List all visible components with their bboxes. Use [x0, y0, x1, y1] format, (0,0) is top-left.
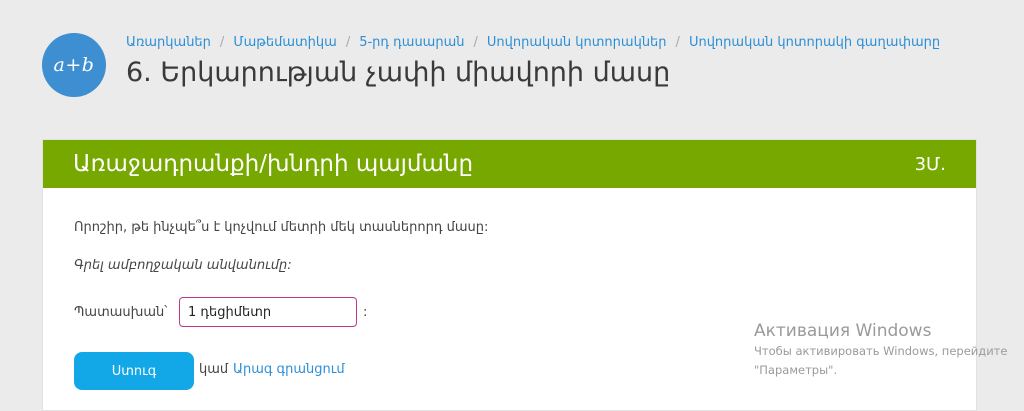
- breadcrumb-item-subjects[interactable]: Առարկաներ: [126, 35, 211, 50]
- breadcrumb-item-grade-5[interactable]: 5-րդ դասարան: [359, 35, 464, 50]
- task-points: 3Մ.: [914, 153, 946, 175]
- breadcrumb-separator: /: [675, 35, 680, 50]
- question-instruction: Գրել ամբողջական անվանումը:: [74, 258, 292, 273]
- breadcrumb-item-mathematics[interactable]: Մաթեմատիկա: [233, 35, 337, 50]
- check-button[interactable]: Ստուգ: [74, 352, 194, 390]
- watermark-title: Активация Windows: [754, 321, 932, 341]
- watermark-line-2: "Параметры".: [754, 363, 838, 377]
- question-text: Որոշիր, թե ինչպե՞ս է կոչվում մետրի մեկ տ…: [74, 220, 489, 235]
- breadcrumb-separator: /: [345, 35, 351, 50]
- logo-text: a+b: [53, 54, 95, 76]
- watermark-line-1: Чтобы активировать Windows, перейдите: [754, 344, 1008, 358]
- breadcrumb-separator: /: [473, 35, 478, 50]
- task-header-title: Առաջադրանքի/խնդրի պայմանը: [73, 151, 474, 177]
- or-text: կամ: [199, 362, 229, 377]
- answer-label: Պատասխան՝: [74, 305, 168, 320]
- breadcrumb: Առարկաներ / Մաթեմատիկա / 5-րդ դասարան / …: [126, 35, 940, 50]
- answer-suffix: :: [363, 305, 368, 320]
- breadcrumb-item-fraction-concept[interactable]: Սովորական կոտորակի գաղափարը: [689, 35, 940, 50]
- windows-activation-watermark: Активация Windows Чтобы активировать Win…: [754, 320, 1007, 380]
- breadcrumb-item-common-fractions[interactable]: Սովորական կոտորակներ: [487, 35, 667, 50]
- task-header: Առաջադրանքի/խնդրի պայմանը 3Մ.: [43, 140, 976, 188]
- quick-register-link[interactable]: Արագ գրանցում: [233, 362, 345, 377]
- answer-input[interactable]: [179, 297, 357, 327]
- subject-logo: a+b: [42, 33, 106, 97]
- breadcrumb-separator: /: [219, 35, 225, 50]
- page-title: 6. Երկարության չափի միավորի մասը: [126, 57, 671, 88]
